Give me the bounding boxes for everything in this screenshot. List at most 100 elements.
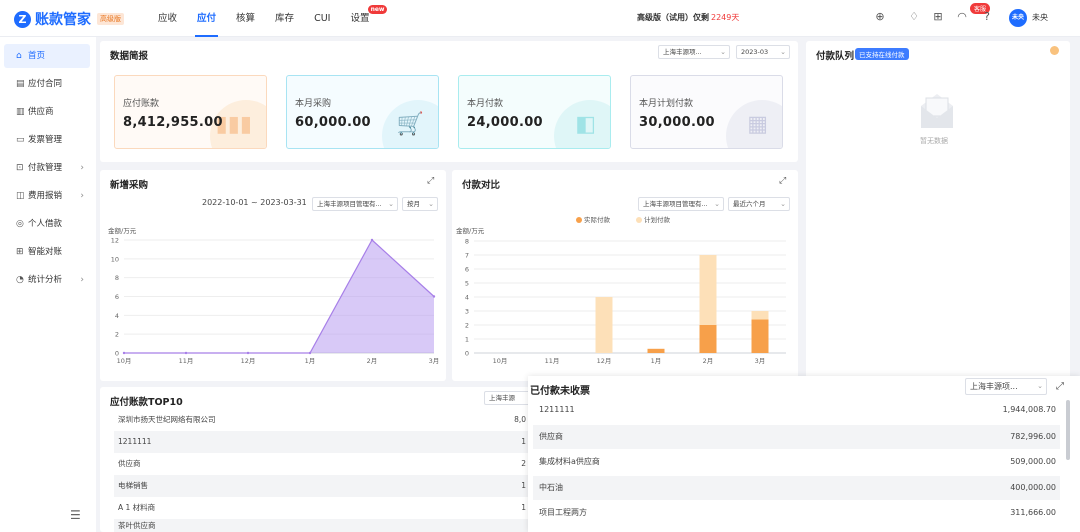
nav-label: 核算 — [236, 13, 256, 24]
table-row[interactable]: 1211111 1 — [114, 431, 530, 453]
avatar[interactable]: 未央 — [1009, 9, 1027, 27]
plus-circle-icon[interactable]: ⊕ — [873, 10, 887, 24]
amount: 1 — [521, 503, 526, 512]
headset-icon[interactable]: ◠ — [955, 10, 969, 24]
bell-icon[interactable]: ♢ — [907, 10, 921, 24]
select-value: 上海丰源 — [489, 394, 515, 402]
version-text: 高级版（试用）仅剩 — [637, 13, 709, 22]
grid-icon[interactable]: ⊞ — [931, 10, 945, 24]
expense-icon: ◫ — [16, 191, 25, 201]
overview-card: 数据简报 上海丰源项... ⌄ 2023-03 ⌄ ▮▮▮ 应付账款 8,412,9… — [100, 41, 798, 162]
sidebar-item-label: 首页 — [28, 51, 46, 61]
chevron-right-icon: › — [80, 163, 84, 173]
kpi-label: 本月计划付款 — [639, 99, 694, 109]
supplier-name: 茶叶供应商 — [118, 521, 156, 530]
x-tick-label: 10月 — [493, 357, 508, 365]
sidebar-item-label: 应付合同 — [28, 79, 63, 89]
table-row[interactable]: 项目工程两方 311,666.00 — [533, 501, 1060, 525]
sidebar-item-loans[interactable]: ◎ 个人借款 — [4, 212, 90, 236]
collapse-menu-icon[interactable]: ☰ — [70, 508, 81, 522]
kpi-value: 60,000.00 — [295, 115, 371, 130]
x-tick-label: 2月 — [703, 357, 714, 365]
sidebar-item-home[interactable]: ⌂ 首页 — [4, 44, 90, 68]
kpi-planned[interactable]: ▦ 本月计划付款 30,000.00 — [630, 75, 783, 149]
unreceived-title: 已付款未收票 — [530, 386, 590, 397]
invoice-icon: ▭ — [16, 135, 25, 145]
table-row[interactable]: A 1 材料商 1 — [114, 497, 530, 519]
sidebar-item-label: 个人借款 — [28, 219, 63, 229]
bar-segment — [699, 255, 717, 325]
amount: 8,0 — [514, 415, 526, 424]
supplier-name: 1211111 — [118, 437, 152, 446]
table-row[interactable]: 中石油 400,000.00 — [533, 476, 1060, 500]
nav-inventory[interactable]: 库存 — [265, 0, 304, 37]
sidebar-item-suppliers[interactable]: ▥ 供应商 — [4, 100, 90, 124]
y-tick-label: 6 — [115, 293, 119, 301]
table-row[interactable]: 供应商 782,996.00 — [533, 425, 1060, 449]
y-tick-label: 2 — [465, 322, 469, 330]
supplier-icon: ▥ — [16, 107, 25, 117]
amount: 782,996.00 — [1010, 432, 1056, 441]
x-tick-label: 1月 — [651, 357, 662, 365]
company-select[interactable]: 上海丰源项... ⌄ — [965, 378, 1047, 395]
sidebar-item-stats[interactable]: ◔ 统计分析 › — [4, 268, 90, 292]
kpi-payment[interactable]: ◧ 本月付款 24,000.00 — [458, 75, 611, 149]
table-row[interactable]: 电梯销售 1 — [114, 475, 530, 497]
chevron-right-icon: › — [80, 191, 84, 201]
info-dot-icon[interactable] — [1050, 46, 1059, 55]
contract-icon: ▤ — [16, 79, 25, 89]
company-select[interactable]: 上海丰源 — [484, 391, 534, 405]
nav-accounting[interactable]: 核算 — [226, 0, 265, 37]
select-value: 2023-03 — [741, 48, 769, 56]
month-select[interactable]: 2023-03 ⌄ — [736, 45, 790, 59]
empty-mailbox-icon — [921, 94, 953, 128]
table-row[interactable]: 深圳市扬天世纪网络有限公司 8,0 — [114, 409, 530, 431]
user-name[interactable]: 未央 — [1032, 12, 1048, 23]
table-row[interactable]: 1211111 1,944,008.70 — [533, 398, 1060, 422]
kpi-label: 本月采购 — [295, 99, 332, 109]
nav-label: 应付 — [197, 13, 217, 24]
bar-segment — [595, 297, 613, 353]
amount: 1 — [521, 481, 526, 490]
main-nav: 应收 应付 核算 库存 CUI 设置 new — [148, 0, 388, 37]
nav-settings[interactable]: 设置 new — [340, 0, 388, 37]
app-logo[interactable]: Z 账款管家 高级版 — [14, 9, 124, 29]
data-point — [184, 351, 188, 355]
sidebar-item-label: 发票管理 — [28, 135, 63, 145]
coins-icon: ◧ — [575, 112, 596, 137]
reconcile-icon: ⊞ — [16, 247, 24, 257]
nav-receivable[interactable]: 应收 — [148, 0, 187, 37]
y-tick-label: 2 — [115, 331, 119, 339]
sidebar: ⌂ 首页 ▤ 应付合同 ▥ 供应商 ▭ 发票管理 ⊡ 付款管理 › ◫ 费用报销 › ◎ 个人借款… — [0, 37, 96, 532]
table-row[interactable]: 集成材料a供应商 509,000.00 — [533, 450, 1060, 474]
question-icon[interactable]: ? — [980, 10, 994, 24]
version-info: 高级版（试用）仅剩 2249天 — [637, 12, 739, 23]
amount: 1,944,008.70 — [1002, 405, 1056, 414]
kpi-payable[interactable]: ▮▮▮ 应付账款 8,412,955.00 — [114, 75, 267, 149]
data-point — [432, 295, 436, 298]
nav-cui[interactable]: CUI — [304, 0, 340, 37]
kpi-value: 30,000.00 — [639, 115, 715, 130]
sidebar-item-payments[interactable]: ⊡ 付款管理 › — [4, 156, 90, 180]
sidebar-item-invoices[interactable]: ▭ 发票管理 — [4, 128, 90, 152]
sidebar-item-reconcile[interactable]: ⊞ 智能对账 — [4, 240, 90, 264]
chevron-down-icon: ⌄ — [1037, 382, 1043, 390]
nav-label: CUI — [314, 13, 331, 24]
x-tick-label: 11月 — [179, 357, 194, 365]
home-icon: ⌂ — [16, 51, 22, 61]
x-tick-label: 1月 — [305, 357, 316, 365]
nav-payable[interactable]: 应付 — [187, 0, 226, 37]
expand-icon[interactable]: ⤢ — [1056, 381, 1064, 392]
table-row[interactable]: 供应商 2 — [114, 453, 530, 475]
scrollbar[interactable] — [1066, 400, 1070, 460]
chevron-down-icon: ⌄ — [720, 48, 726, 56]
kpi-purchase[interactable]: 🛒 本月采购 60,000.00 — [286, 75, 439, 149]
sidebar-item-contracts[interactable]: ▤ 应付合同 — [4, 72, 90, 96]
supplier-name: 供应商 — [539, 432, 563, 441]
calendar-icon: ▦ — [747, 112, 768, 137]
sidebar-item-expenses[interactable]: ◫ 费用报销 › — [4, 184, 90, 208]
table-row[interactable]: 茶叶供应商 — [114, 519, 530, 532]
amount: 2 — [521, 459, 526, 468]
top10-card: 应付账款TOP10 上海丰源 深圳市扬天世纪网络有限公司 8,0 1211111 1… — [100, 387, 534, 532]
company-select[interactable]: 上海丰源项... ⌄ — [658, 45, 730, 59]
